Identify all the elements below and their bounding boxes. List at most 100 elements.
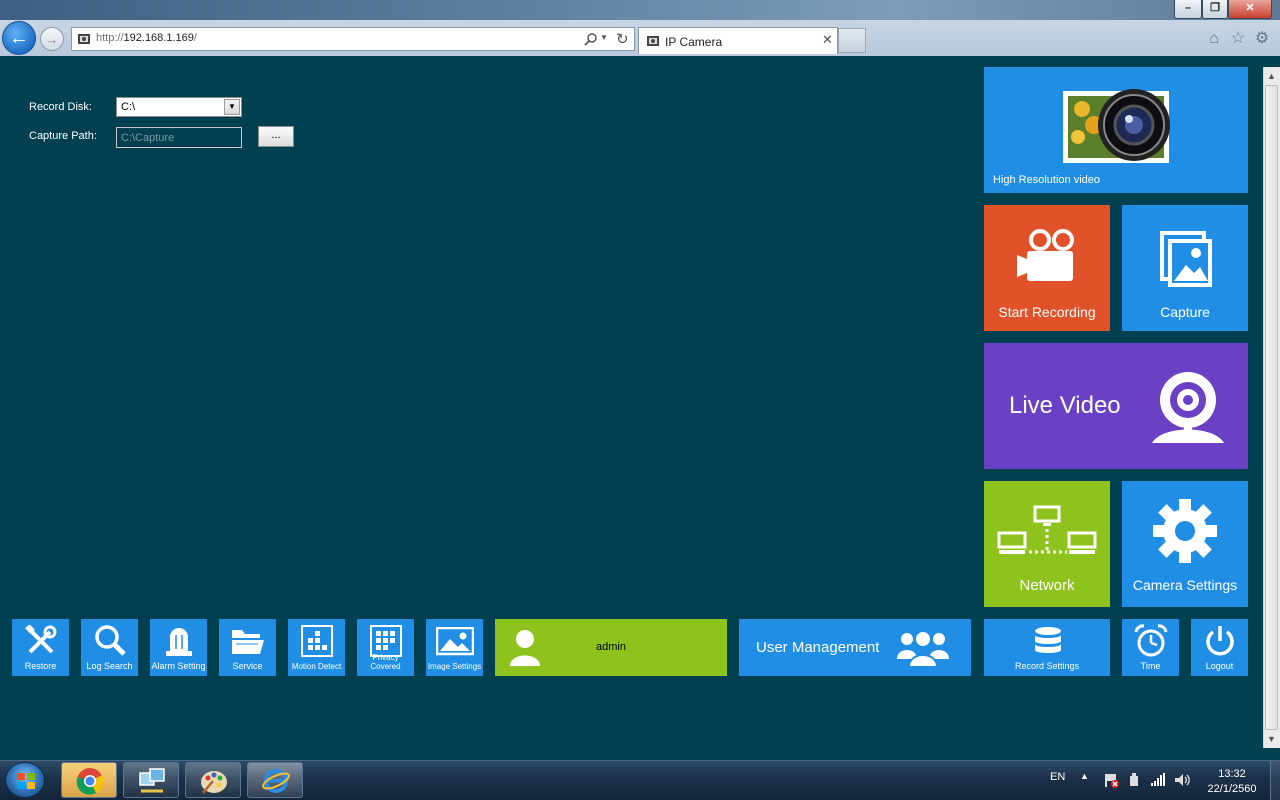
windows-logo-icon <box>17 773 35 789</box>
alarm-clock-icon <box>1134 624 1168 657</box>
site-favicon-icon <box>78 34 90 44</box>
record-settings-button[interactable]: Record Settings <box>984 619 1110 676</box>
safely-remove-hardware-icon[interactable] <box>1127 772 1141 788</box>
user-group-icon <box>897 630 949 668</box>
chevron-down-icon[interactable]: ▼ <box>224 99 240 115</box>
image-settings-label: Image Settings <box>427 662 482 671</box>
privacy-covered-label: Privacy Covered <box>370 653 401 671</box>
restore-button[interactable]: Restore <box>12 619 69 676</box>
capture-tile[interactable]: Capture <box>1122 205 1248 331</box>
address-bar[interactable]: http://192.168.1.169/ ▼ ↻ <box>71 27 635 51</box>
record-disk-select[interactable]: C:\ ▼ <box>116 97 242 117</box>
live-video-tile[interactable]: Live Video <box>984 343 1248 469</box>
paint-palette-icon <box>201 771 227 794</box>
log-search-button[interactable]: Log Search <box>81 619 138 676</box>
record-disk-value: C:\ <box>121 101 136 113</box>
camera-settings-label: Camera Settings <box>1132 577 1238 593</box>
tab-ip-camera[interactable]: IP Camera ✕ <box>638 27 838 54</box>
search-icon[interactable] <box>584 32 598 46</box>
restore-label: Restore <box>24 661 57 671</box>
title-bar <box>0 0 1280 20</box>
start-button[interactable] <box>5 762 45 798</box>
folder-icon <box>232 630 264 654</box>
admin-user-tile[interactable]: admin <box>495 619 727 676</box>
motion-grid-icon <box>301 625 333 657</box>
scroll-down-arrow-icon[interactable]: ▼ <box>1263 730 1280 748</box>
new-tab-button[interactable] <box>838 28 866 53</box>
taskbar-chrome-app[interactable] <box>61 762 117 798</box>
show-desktop-button[interactable] <box>1270 761 1280 800</box>
address-url: http://192.168.1.169/ <box>96 32 197 44</box>
taskbar-paint-app[interactable] <box>185 762 241 798</box>
tray-expand-icon[interactable]: ▲ <box>1080 771 1089 781</box>
arrow-right-icon: → <box>45 31 59 47</box>
scroll-thumb[interactable] <box>1265 85 1278 730</box>
landscape-image-icon <box>436 627 474 656</box>
image-settings-button[interactable]: Image Settings <box>426 619 483 676</box>
network-topology-icon <box>997 505 1097 554</box>
network-tile[interactable]: Network <box>984 481 1110 607</box>
clock-date: 22/1/2560 <box>1207 783 1257 795</box>
magnifier-icon <box>95 625 126 656</box>
back-button[interactable]: ← <box>2 21 36 55</box>
privacy-covered-button[interactable]: Privacy Covered <box>357 619 414 676</box>
forward-button[interactable]: → <box>40 27 64 51</box>
record-disk-label: Record Disk: <box>29 101 92 113</box>
gear-icon[interactable]: ⚙ <box>1252 29 1272 49</box>
photo-gallery-icon <box>1160 231 1212 287</box>
time-button[interactable]: Time <box>1122 619 1179 676</box>
browse-button[interactable]: ... <box>258 126 294 147</box>
internet-explorer-icon <box>262 769 290 793</box>
taskbar-ie-app[interactable] <box>247 762 303 798</box>
capture-path-input[interactable]: C:\Capture <box>116 127 242 148</box>
tab-favicon-icon <box>647 36 659 46</box>
high-resolution-video-tile[interactable]: High Resolution video <box>984 67 1248 193</box>
webcam-icon <box>1152 372 1224 443</box>
capture-label: Capture <box>1160 304 1210 320</box>
service-label: Service <box>232 661 263 671</box>
tab-close-icon[interactable]: ✕ <box>822 32 833 48</box>
live-video-label: Live Video <box>1009 392 1121 419</box>
scroll-up-arrow-icon[interactable]: ▲ <box>1263 67 1280 85</box>
dropdown-arrow-icon[interactable]: ▼ <box>600 33 608 42</box>
user-management-tile[interactable]: User Management <box>739 619 971 676</box>
motion-detect-button[interactable]: Motion Detect <box>288 619 345 676</box>
start-recording-label: Start Recording <box>998 304 1096 320</box>
log-search-label: Log Search <box>86 661 133 671</box>
user-management-label: User Management <box>756 639 880 656</box>
database-icon <box>1035 627 1061 653</box>
chrome-browser-icon <box>76 768 104 795</box>
logout-button[interactable]: Logout <box>1191 619 1248 676</box>
system-clock[interactable]: 13:32 22/1/2560 <box>1206 767 1258 797</box>
alarm-beacon-icon <box>166 628 192 656</box>
close-window-button[interactable]: ✕ <box>1228 0 1272 19</box>
maximize-button[interactable]: ❐ <box>1202 0 1228 19</box>
network-app-icon <box>139 768 165 793</box>
service-button[interactable]: Service <box>219 619 276 676</box>
user-avatar-icon <box>510 630 540 666</box>
gear-settings-icon <box>1153 499 1217 563</box>
start-recording-tile[interactable]: Start Recording <box>984 205 1110 331</box>
camera-lens-photo-icon <box>1063 89 1170 163</box>
network-signal-icon[interactable] <box>1150 772 1166 788</box>
alarm-setting-button[interactable]: Alarm Setting <box>150 619 207 676</box>
favorites-star-icon[interactable]: ☆ <box>1228 29 1248 49</box>
video-camera-icon <box>1017 229 1074 281</box>
refresh-icon[interactable]: ↻ <box>616 30 629 48</box>
admin-username: admin <box>596 641 626 653</box>
network-label: Network <box>1019 577 1075 594</box>
language-indicator[interactable]: EN <box>1050 771 1065 783</box>
record-settings-label: Record Settings <box>1014 661 1080 671</box>
time-label: Time <box>1140 661 1161 671</box>
camera-settings-tile[interactable]: Camera Settings <box>1122 481 1248 607</box>
tools-icon <box>25 625 57 654</box>
arrow-left-icon: ← <box>9 26 29 49</box>
clock-time: 13:32 <box>1218 768 1246 780</box>
action-center-flag-icon[interactable] <box>1103 772 1119 788</box>
tab-title: IP Camera <box>665 35 723 49</box>
volume-speaker-icon[interactable] <box>1174 772 1190 788</box>
home-icon[interactable]: ⌂ <box>1204 29 1224 49</box>
minimize-button[interactable]: – <box>1174 0 1202 19</box>
motion-detect-label: Motion Detect <box>291 662 342 671</box>
taskbar-network-app[interactable] <box>123 762 179 798</box>
